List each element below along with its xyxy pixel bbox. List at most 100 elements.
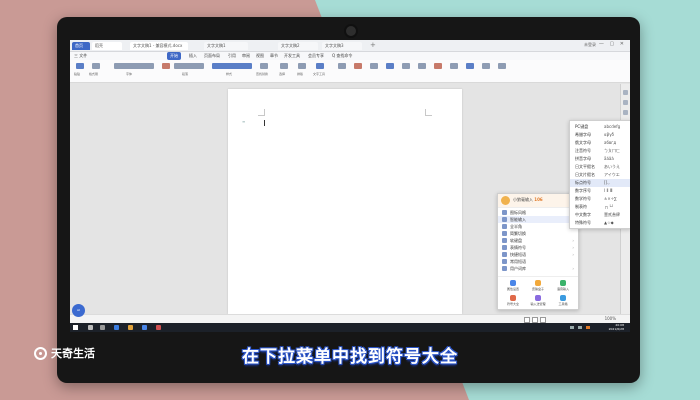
textbox-icon[interactable] <box>418 63 426 69</box>
submenu-item[interactable]: 日文平假名 あいうえ <box>570 163 630 171</box>
menu-references[interactable]: 引用 <box>228 52 236 60</box>
user-login-link[interactable]: 未登录 <box>584 42 596 48</box>
laptop-screen: 首页 稻壳 文字文稿1 - 兼容模式.docx 文字文稿1 文字文稿2 文字文稿… <box>70 40 630 332</box>
ime-item-emoji[interactable]: 表情符号 › <box>498 244 578 251</box>
tab-docer[interactable]: 稻壳 <box>92 42 122 50</box>
ime-avatar <box>501 196 510 205</box>
submenu-item[interactable]: 制表符 ┌┐└┘ <box>570 203 630 211</box>
paste-icon[interactable] <box>76 63 84 69</box>
ime-settings-button[interactable]: 属性设置 <box>503 279 523 293</box>
menu-chapter[interactable]: 章节 <box>270 52 278 60</box>
ime-voice-button[interactable]: 语音输入 <box>553 279 573 293</box>
settings-icon <box>510 280 516 286</box>
document-page[interactable]: ≡ <box>228 89 462 314</box>
ime-item-common-phrase[interactable]: 常用短语 <box>498 258 578 265</box>
ime-item-quick-phrase[interactable]: 快捷短语 › <box>498 251 578 258</box>
header-footer-icon[interactable] <box>466 63 474 69</box>
ime-item-smart-input[interactable]: 智能输入› <box>498 216 578 223</box>
symbols-icon <box>510 295 516 301</box>
ime-tray-icon[interactable] <box>586 326 590 329</box>
window-controls[interactable]: — ▢ ✕ <box>599 41 626 47</box>
ime-item-simplified-traditional[interactable]: 简繁切换 <box>498 230 578 237</box>
submenu-item[interactable]: 中文数字 壹贰叁肆 <box>570 211 630 219</box>
menu-review[interactable]: 审阅 <box>242 52 250 60</box>
windows-start-icon[interactable] <box>73 325 78 330</box>
format-painter-icon[interactable] <box>92 63 100 69</box>
submenu-item[interactable]: 数字序号 Ⅰ Ⅱ Ⅲ <box>570 187 630 195</box>
video-caption: 在下拉菜单中找到符号大全 <box>242 347 458 367</box>
styles-gallery[interactable] <box>212 63 252 69</box>
task-view-icon[interactable] <box>100 325 105 330</box>
table-icon[interactable] <box>338 63 346 69</box>
layout-icon[interactable] <box>298 63 306 69</box>
search-icon[interactable] <box>88 325 93 330</box>
tab-document-active[interactable]: 文字文稿1 - 兼容模式.docx <box>130 42 188 50</box>
menu-insert[interactable]: 插入 <box>189 52 197 60</box>
watermark-icon[interactable] <box>498 63 506 69</box>
file-explorer-icon[interactable] <box>128 325 133 330</box>
font-color-icon[interactable] <box>162 63 170 69</box>
ime-item-soft-keyboard[interactable]: 软键盘 › <box>498 237 578 244</box>
link-icon[interactable] <box>402 63 410 69</box>
menu-page-layout[interactable]: 页面布局 <box>204 52 220 60</box>
format-painter-label: 格式刷 <box>89 72 99 76</box>
taskbar-clock[interactable]: 20:08 2021/6/28 <box>609 323 624 331</box>
menu-view[interactable]: 视图 <box>256 52 264 60</box>
ime-item-icon <box>502 238 507 243</box>
submenu-item[interactable]: 特殊符号 ▲☆◆ <box>570 219 630 227</box>
volume-icon[interactable] <box>578 326 582 329</box>
shape-icon[interactable] <box>370 63 378 69</box>
symbol-icon[interactable] <box>434 63 442 69</box>
menu-search[interactable]: Q 查找命令 <box>332 52 352 60</box>
sidebar-select-icon[interactable] <box>623 100 628 105</box>
ime-item-icon <box>502 217 507 222</box>
submenu-item[interactable]: 拼音字母 āáǎà <box>570 155 630 163</box>
ime-manager-button[interactable]: 输入法管理 <box>528 294 548 308</box>
tab-bar: 首页 稻壳 文字文稿1 - 兼容模式.docx 文字文稿1 文字文稿2 文字文稿… <box>70 40 630 52</box>
submenu-item[interactable]: 俄文字母 абвгд <box>570 139 630 147</box>
edge-browser-icon[interactable] <box>114 325 119 330</box>
ime-symbols-button[interactable]: 符号大全 <box>503 294 523 308</box>
chart-icon[interactable] <box>386 63 394 69</box>
ime-skin-button[interactable]: 皮肤盒子 <box>528 279 548 293</box>
picture-icon[interactable] <box>354 63 362 69</box>
ime-toolbox-button[interactable]: 工具箱 <box>553 294 573 308</box>
paragraph-tools[interactable] <box>174 63 204 69</box>
ime-item-user-dictionary[interactable]: 用户词库 › <box>498 265 578 272</box>
submenu-item[interactable]: 希腊字母 αβγδ <box>570 131 630 139</box>
ime-item-icon-style[interactable]: 图标风格› <box>498 209 578 216</box>
ime-item-icon <box>502 210 507 215</box>
menu-home[interactable]: 开始 <box>167 52 181 60</box>
submenu-item[interactable]: 注音符号 ㄅㄆㄇㄈ <box>570 147 630 155</box>
sidebar-style-icon[interactable] <box>623 90 628 95</box>
layout-label: 排版 <box>297 72 304 76</box>
select-label: 选择 <box>279 72 286 76</box>
equation-icon[interactable] <box>450 63 458 69</box>
wps-writer-icon[interactable] <box>142 325 147 330</box>
ime-header: 小狼毫输入 106 <box>498 194 578 208</box>
menu-member[interactable]: 会员专享 <box>308 52 324 60</box>
submenu-item-highlighted[interactable]: 标点符号 []., <box>570 179 630 187</box>
page-number-icon[interactable] <box>482 63 490 69</box>
paste-label: 粘贴 <box>74 72 81 76</box>
ai-assistant-button[interactable]: AI <box>72 304 85 317</box>
wps-app-icon[interactable] <box>156 325 161 330</box>
submenu-item[interactable]: 日文片假名 アイウエ <box>570 171 630 179</box>
menu-developer[interactable]: 开发工具 <box>284 52 300 60</box>
font-select[interactable] <box>114 63 154 69</box>
text-tools-icon[interactable] <box>316 63 324 69</box>
network-icon[interactable] <box>570 326 574 329</box>
menu-file[interactable]: 三 文件 <box>74 52 87 60</box>
new-tab-icon[interactable]: + <box>370 41 376 49</box>
submenu-item[interactable]: 数学符号 ±×÷∑ <box>570 195 630 203</box>
submenu-item[interactable]: PC键盘 abcdefg <box>570 123 630 131</box>
sidebar-property-icon[interactable] <box>623 110 628 115</box>
select-icon[interactable] <box>280 63 288 69</box>
ime-item-width[interactable]: 全半角 <box>498 223 578 230</box>
tab-home[interactable]: 首页 <box>72 42 90 50</box>
find-replace-icon[interactable] <box>260 63 268 69</box>
tab-document-4[interactable]: 文字文稿3 <box>322 42 362 50</box>
tab-document-3[interactable]: 文字文稿2 <box>278 42 318 50</box>
tab-document-2[interactable]: 文字文稿1 <box>204 42 248 50</box>
zoom-level[interactable]: 100% <box>605 316 616 321</box>
